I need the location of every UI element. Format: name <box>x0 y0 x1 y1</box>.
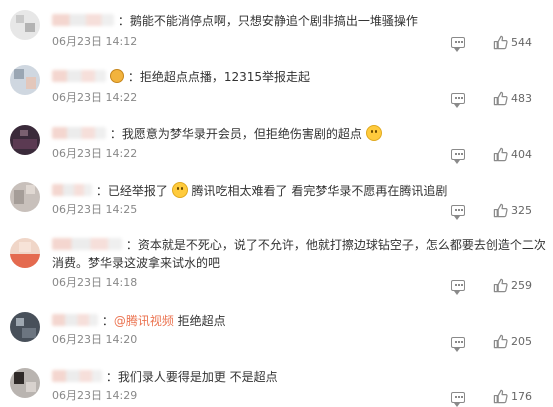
like-count: 176 <box>511 390 532 403</box>
like-count: 325 <box>511 204 532 217</box>
comment-body: ：@腾讯视频 拒绝超点 <box>52 312 543 330</box>
comment-text-part-a: 已经举报了 <box>107 184 168 198</box>
username[interactable] <box>52 127 106 139</box>
like-count: 259 <box>511 279 532 292</box>
like-count: 404 <box>511 148 532 161</box>
username[interactable] <box>52 370 102 382</box>
thumbs-up-icon[interactable] <box>493 147 508 162</box>
comment-text-part-b: 腾讯吃相太难看了 看完梦华录不愿再在腾讯追剧 <box>191 184 448 198</box>
thumbs-up-icon[interactable] <box>493 203 508 218</box>
username[interactable] <box>52 184 92 196</box>
comment-text: 拒绝超点点播，12315举报走起 <box>139 70 311 84</box>
avatar[interactable] <box>10 238 40 268</box>
comment-bubble-icon[interactable] <box>451 392 465 407</box>
like-count: 483 <box>511 92 532 105</box>
comment-time: 06月23日 14:25 <box>52 203 138 216</box>
comment-text: 鹅能不能消停点啊，只想安静追个剧非搞出一堆骚操作 <box>129 14 418 28</box>
comment-text: 拒绝超点 <box>177 314 226 328</box>
avatar[interactable] <box>10 368 40 398</box>
avatar[interactable] <box>10 10 40 40</box>
username[interactable] <box>52 14 114 26</box>
comment-time: 06月23日 14:18 <box>52 276 138 289</box>
username[interactable] <box>52 70 106 82</box>
comment-body: ：鹅能不能消停点啊，只想安静追个剧非搞出一堆骚操作 <box>52 12 543 30</box>
thumbs-up-icon[interactable] <box>493 389 508 404</box>
comment-body: ：资本就是不死心，说了不允许，他就打擦边球钻空子，怎么都要去创造个二次消费。梦华… <box>52 238 546 270</box>
comment-bubble-icon[interactable] <box>451 280 465 295</box>
comment-text: 我们录人要得是加更 不是超点 <box>117 370 278 384</box>
mention-link[interactable]: @腾讯视频 <box>114 314 174 328</box>
comment-time: 06月23日 14:29 <box>52 389 138 402</box>
emoji-icon <box>365 125 382 141</box>
thumbs-up-icon[interactable] <box>493 278 508 293</box>
comment-bubble-icon[interactable] <box>451 205 465 220</box>
comment-bubble-icon[interactable] <box>451 337 465 352</box>
comment-body: ：已经举报了 腾讯吃相太难看了 看完梦华录不愿再在腾讯追剧 <box>52 182 543 200</box>
like-count: 205 <box>511 335 532 348</box>
member-badge-icon <box>110 69 124 83</box>
avatar[interactable] <box>10 125 40 155</box>
avatar[interactable] <box>10 65 40 95</box>
comment-time: 06月23日 14:20 <box>52 333 138 346</box>
comment-bubble-icon[interactable] <box>451 37 465 52</box>
comment-text: 我愿意为梦华录开会员，但拒绝伤害剧的超点 <box>121 127 362 141</box>
username[interactable] <box>52 238 122 250</box>
thumbs-up-icon[interactable] <box>493 35 508 50</box>
avatar[interactable] <box>10 312 40 342</box>
username[interactable] <box>52 314 98 326</box>
comment-time: 06月23日 14:22 <box>52 147 138 160</box>
comment-bubble-icon[interactable] <box>451 93 465 108</box>
emoji-icon <box>171 182 188 198</box>
comment-body: ：拒绝超点点播，12315举报走起 <box>52 68 543 86</box>
comment-time: 06月23日 14:22 <box>52 91 138 104</box>
thumbs-up-icon[interactable] <box>493 91 508 106</box>
comment-body: ：我愿意为梦华录开会员，但拒绝伤害剧的超点 <box>52 125 543 143</box>
like-count: 544 <box>511 36 532 49</box>
thumbs-up-icon[interactable] <box>493 334 508 349</box>
comment-time: 06月23日 14:12 <box>52 35 138 48</box>
avatar[interactable] <box>10 182 40 212</box>
comment-body: ：我们录人要得是加更 不是超点 <box>52 368 543 386</box>
comment-bubble-icon[interactable] <box>451 149 465 164</box>
